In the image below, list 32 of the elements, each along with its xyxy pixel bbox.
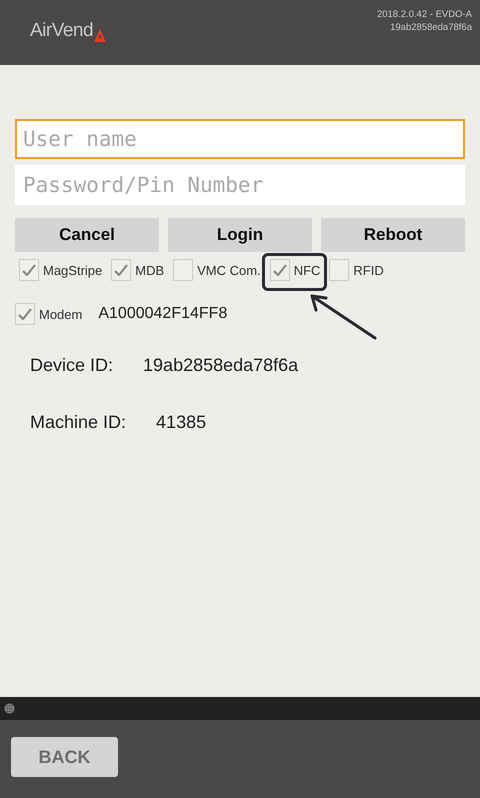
check-icon bbox=[18, 308, 32, 320]
check-icon bbox=[114, 264, 128, 276]
device-id-text: 19ab2858eda78f6a bbox=[390, 22, 472, 33]
info-label: Machine ID: bbox=[30, 412, 126, 433]
option-label: VMC Com. bbox=[197, 262, 261, 278]
globe-icon bbox=[4, 703, 15, 714]
checkbox[interactable] bbox=[19, 259, 39, 281]
version-text: 2018.2.0.42 - EVDO-A bbox=[376, 9, 472, 20]
checkbox[interactable] bbox=[173, 259, 194, 281]
logo-text: AirVend bbox=[30, 20, 94, 42]
info-label: Device ID: bbox=[30, 355, 114, 376]
info-value: 19ab2858eda78f6a bbox=[143, 355, 298, 376]
checkbox[interactable] bbox=[270, 259, 290, 281]
option-label: NFC bbox=[294, 262, 320, 278]
modem-id: A1000042F14FF8 bbox=[98, 305, 228, 323]
option-label: MDB bbox=[135, 262, 164, 278]
check-icon bbox=[272, 264, 287, 276]
checkbox[interactable] bbox=[15, 303, 35, 325]
password-field[interactable]: Password/Pin Number bbox=[15, 165, 465, 205]
logo-icon bbox=[94, 29, 106, 42]
option-label: MagStripe bbox=[43, 262, 102, 278]
check-icon bbox=[22, 264, 36, 276]
action-button[interactable]: Reboot bbox=[321, 218, 465, 252]
checkbox[interactable] bbox=[329, 259, 350, 281]
action-button[interactable]: Cancel bbox=[15, 218, 159, 252]
action-button[interactable]: Login bbox=[168, 218, 312, 252]
option-label: Modem bbox=[39, 306, 82, 322]
checkbox[interactable] bbox=[111, 259, 132, 281]
info-value: 41385 bbox=[156, 412, 206, 433]
username-field[interactable]: User name bbox=[15, 119, 465, 159]
arrow-icon bbox=[308, 292, 378, 342]
option-label: RFID bbox=[353, 262, 384, 278]
